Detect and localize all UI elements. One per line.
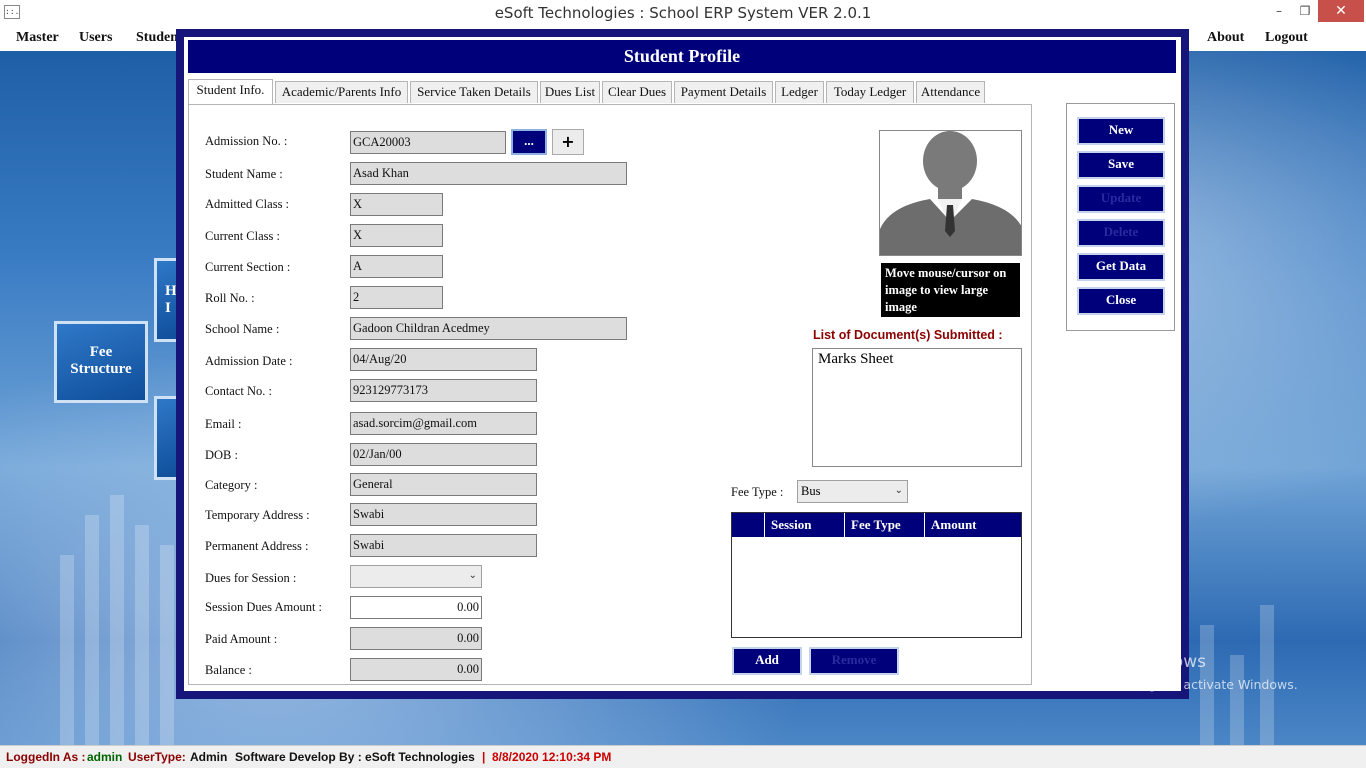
- admitted-class-label: Admitted Class :: [205, 197, 290, 211]
- student-name-label: Student Name :: [205, 167, 283, 181]
- tab-ledger[interactable]: Ledger: [775, 81, 824, 103]
- fee-type-value: Bus: [801, 484, 821, 498]
- perm-address-field[interactable]: Swabi: [350, 534, 537, 557]
- school-name-field[interactable]: Gadoon Childran Acedmey: [350, 317, 627, 340]
- fee-grid[interactable]: Session Fee Type Amount: [731, 512, 1022, 638]
- add-fee-button[interactable]: Add: [732, 647, 802, 675]
- contact-no-field[interactable]: 923129773173: [350, 379, 537, 402]
- balance-field[interactable]: 0.00: [350, 658, 482, 681]
- fee-structure-line1: Fee: [89, 344, 113, 360]
- fee-type-select[interactable]: Bus ⌄: [797, 480, 908, 503]
- admission-date-label: Admission Date :: [205, 354, 293, 368]
- fee-structure-line2: Structure: [70, 361, 132, 377]
- tab-student-info[interactable]: Student Info.: [188, 79, 273, 104]
- perm-address-label: Permanent Address :: [205, 539, 309, 553]
- contact-no-label: Contact No. :: [205, 384, 273, 398]
- menu-students[interactable]: Studen: [136, 30, 178, 46]
- paid-amount-field[interactable]: 0.00: [350, 627, 482, 650]
- student-profile-window: Student Profile Student Info. Academic/P…: [176, 29, 1189, 699]
- tab-payment-details[interactable]: Payment Details: [674, 81, 773, 103]
- usertype-label: UserType:: [128, 750, 186, 764]
- dues-session-label: Dues for Session :: [205, 571, 297, 585]
- delete-button[interactable]: Delete: [1077, 219, 1165, 247]
- current-section-field[interactable]: A: [350, 255, 443, 278]
- session-dues-field[interactable]: 0.00: [350, 596, 482, 619]
- activate-windows-subtitle: Go to PC settings to activate Windows.: [1055, 677, 1298, 692]
- current-class-field[interactable]: X: [350, 224, 443, 247]
- student-photo[interactable]: [879, 130, 1022, 256]
- admitted-class-field[interactable]: X: [350, 193, 443, 216]
- current-class-label: Current Class :: [205, 229, 280, 243]
- save-button[interactable]: Save: [1077, 151, 1165, 179]
- fee-type-label: Fee Type :: [731, 485, 784, 499]
- lookup-button[interactable]: ...: [511, 129, 547, 155]
- tab-clear-dues[interactable]: Clear Dues: [602, 81, 672, 103]
- chevron-down-icon: ⌄: [894, 485, 903, 496]
- list-item[interactable]: Marks Sheet: [818, 351, 1016, 368]
- activate-windows-title: Activate Windows: [1055, 652, 1206, 672]
- status-datetime: 8/8/2020 12:10:34 PM: [492, 750, 612, 764]
- avatar-silhouette-icon: [880, 131, 1021, 255]
- logged-in-user: admin: [87, 750, 123, 764]
- title-bar: ::. eSoft Technologies : School ERP Syst…: [0, 0, 1366, 26]
- email-label: Email :: [205, 417, 242, 431]
- menu-logout[interactable]: Logout: [1265, 30, 1308, 46]
- menu-users[interactable]: Users: [79, 30, 112, 46]
- logged-in-label: LoggedIn As :: [6, 750, 86, 764]
- tab-attendance[interactable]: Attendance: [916, 81, 985, 103]
- status-bar: LoggedIn As : admin UserType: Admin Soft…: [0, 745, 1366, 768]
- col-fee-type[interactable]: Fee Type: [844, 513, 924, 537]
- dues-session-select[interactable]: ⌄: [350, 565, 482, 588]
- close-button[interactable]: Close: [1077, 287, 1165, 315]
- tab-service-taken[interactable]: Service Taken Details: [410, 81, 538, 103]
- col-amount[interactable]: Amount: [924, 513, 1021, 537]
- update-button[interactable]: Update: [1077, 185, 1165, 213]
- email-field[interactable]: asad.sorcim@gmail.com: [350, 412, 537, 435]
- balance-label: Balance :: [205, 663, 252, 677]
- fee-grid-header: Session Fee Type Amount: [732, 513, 1021, 537]
- get-data-button[interactable]: Get Data: [1077, 253, 1165, 281]
- school-name-label: School Name :: [205, 322, 280, 336]
- tab-dues-list[interactable]: Dues List: [540, 81, 600, 103]
- temp-address-field[interactable]: Swabi: [350, 503, 537, 526]
- admission-no-field[interactable]: GCA20003: [350, 131, 506, 154]
- action-button-group: New Save Update Delete Get Data Close: [1066, 103, 1175, 331]
- window-title: eSoft Technologies : School ERP System V…: [494, 4, 872, 22]
- category-field[interactable]: General: [350, 473, 537, 496]
- fee-structure-tile[interactable]: Fee Structure: [54, 321, 148, 403]
- dob-field[interactable]: 02/Jan/00: [350, 443, 537, 466]
- session-dues-label: Session Dues Amount :: [205, 600, 323, 614]
- usertype-value: Admin: [190, 750, 228, 764]
- paid-amount-label: Paid Amount :: [205, 632, 278, 646]
- tab-academic-parents[interactable]: Academic/Parents Info: [275, 81, 408, 103]
- current-section-label: Current Section :: [205, 260, 291, 274]
- close-window-button[interactable]: ✕: [1318, 0, 1364, 22]
- form-header: Student Profile: [188, 40, 1176, 73]
- student-info-panel: Admission No. : GCA20003 ... + Student N…: [188, 104, 1032, 685]
- category-label: Category :: [205, 478, 258, 492]
- student-name-field[interactable]: Asad Khan: [350, 162, 627, 185]
- documents-list[interactable]: Marks Sheet: [812, 348, 1022, 467]
- new-button[interactable]: New: [1077, 117, 1165, 145]
- developer-credit: Software Develop By : eSoft Technologies: [235, 750, 475, 764]
- add-student-button[interactable]: +: [552, 129, 584, 155]
- documents-label: List of Document(s) Submitted :: [813, 328, 1003, 342]
- admission-date-field[interactable]: 04/Aug/20: [350, 348, 537, 371]
- status-separator: |: [482, 750, 486, 764]
- tab-today-ledger[interactable]: Today Ledger: [826, 81, 914, 103]
- roll-no-label: Roll No. :: [205, 291, 255, 305]
- chevron-down-icon: ⌄: [468, 570, 477, 581]
- restore-button[interactable]: ❐: [1290, 0, 1320, 22]
- menu-about[interactable]: About: [1207, 30, 1244, 46]
- col-session[interactable]: Session: [764, 513, 844, 537]
- temp-address-label: Temporary Address :: [205, 508, 310, 522]
- dob-label: DOB :: [205, 448, 238, 462]
- student-profile-body: Student Profile Student Info. Academic/P…: [184, 37, 1181, 691]
- remove-fee-button[interactable]: Remove: [809, 647, 899, 675]
- menu-master[interactable]: Master: [16, 30, 59, 46]
- photo-tooltip: Move mouse/cursor on image to view large…: [881, 263, 1020, 317]
- admission-no-label: Admission No. :: [205, 134, 288, 148]
- roll-no-field[interactable]: 2: [350, 286, 443, 309]
